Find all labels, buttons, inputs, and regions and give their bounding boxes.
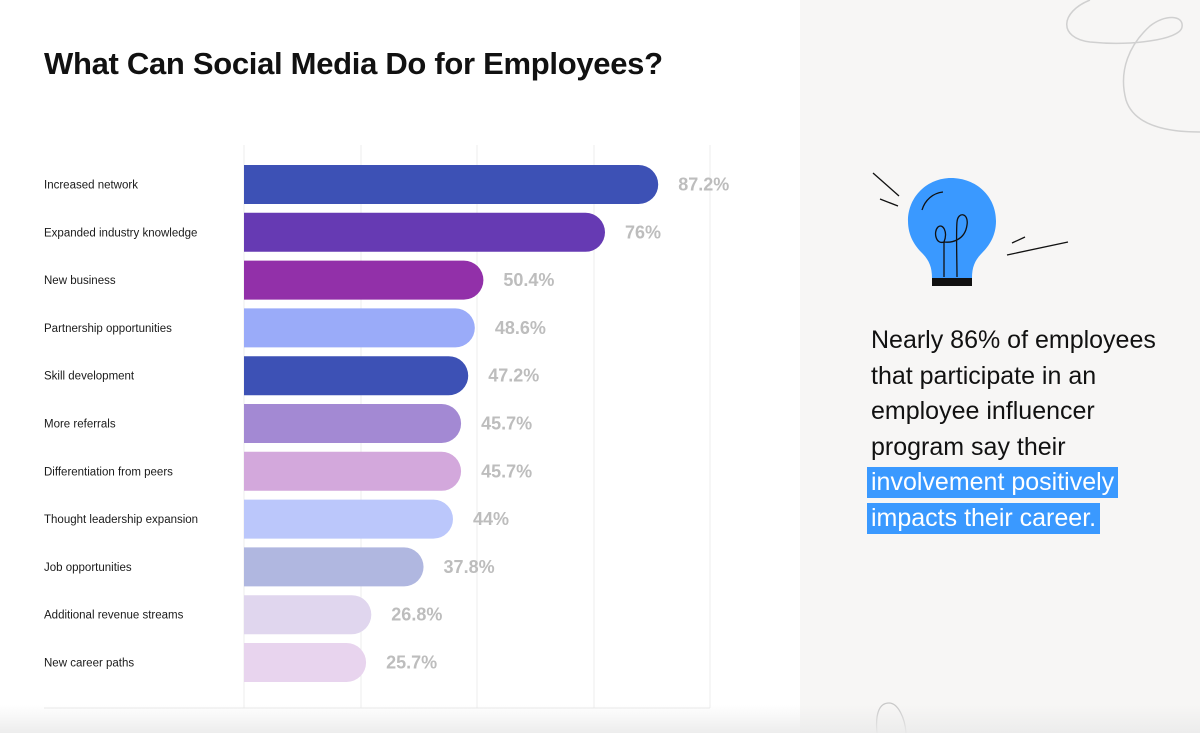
value-label: 25.7% xyxy=(386,653,437,673)
bar-chart: Increased network Expanded industry knowl… xyxy=(44,145,729,709)
value-label: 45.7% xyxy=(481,414,532,434)
value-label: 50.4% xyxy=(503,270,554,290)
value-label: 48.6% xyxy=(495,318,546,338)
bar xyxy=(244,260,484,300)
category-label: New business xyxy=(44,275,116,287)
category-label: Expanded industry knowledge xyxy=(44,227,197,239)
bar xyxy=(244,404,462,443)
category-label: Additional revenue streams xyxy=(44,610,184,622)
value-label: 44% xyxy=(473,509,509,529)
value-label: 26.8% xyxy=(391,605,442,625)
bar xyxy=(244,308,475,348)
value-label: 37.8% xyxy=(444,557,495,577)
value-label: 87.2% xyxy=(678,175,729,195)
category-label: More referrals xyxy=(44,419,116,431)
callout-highlight: involvement positively impacts their car… xyxy=(867,467,1119,534)
callout-plain: Nearly 86% of employees that participate… xyxy=(871,326,1156,461)
bar xyxy=(244,595,372,635)
bars xyxy=(244,165,659,682)
bar xyxy=(244,212,605,252)
bar xyxy=(244,356,469,396)
category-label: New career paths xyxy=(44,658,134,670)
category-label: Skill development xyxy=(44,371,135,383)
category-label: Partnership opportunities xyxy=(44,323,172,335)
bar xyxy=(244,643,367,682)
callout-text: Nearly 86% of employees that participate… xyxy=(867,323,1171,536)
category-label: Job opportunities xyxy=(44,562,132,574)
category-label: Thought leadership expansion xyxy=(44,514,198,526)
category-labels: Increased network Expanded industry knowl… xyxy=(44,180,198,670)
bar xyxy=(244,499,453,539)
value-label: 47.2% xyxy=(488,366,539,386)
bar xyxy=(244,451,462,491)
value-label: 76% xyxy=(625,222,661,242)
value-label: 45.7% xyxy=(481,461,532,481)
category-label: Differentiation from peers xyxy=(44,466,173,478)
bar xyxy=(244,165,659,204)
bar xyxy=(244,547,424,587)
category-label: Increased network xyxy=(44,180,138,192)
